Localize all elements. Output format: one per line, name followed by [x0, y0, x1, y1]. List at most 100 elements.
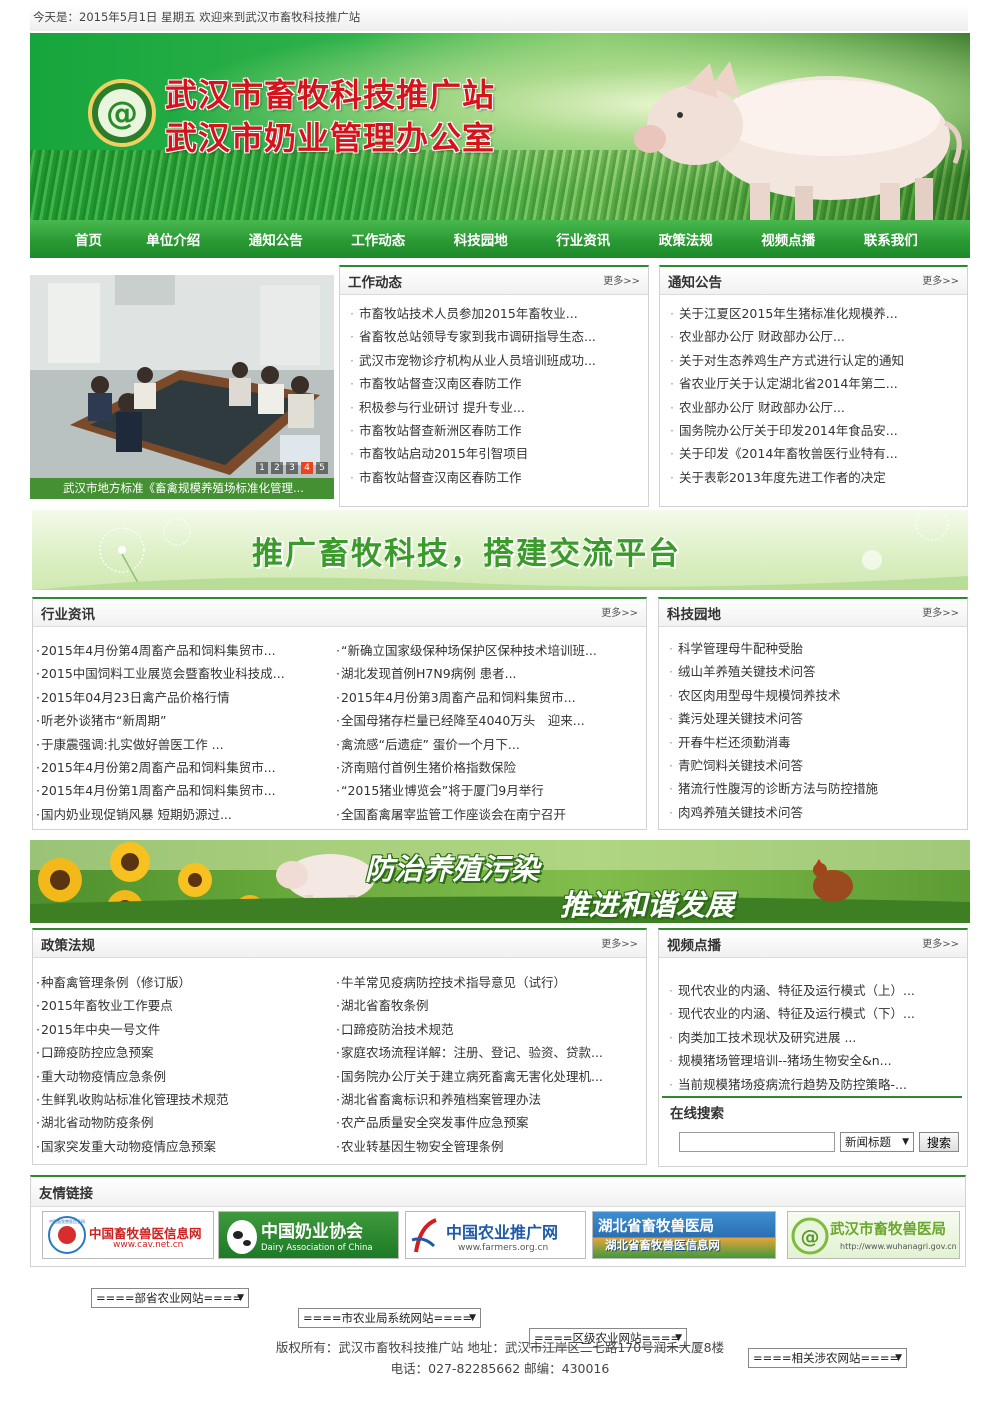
select-ministry-sites[interactable]: ====部省农业网站==== ▼: [91, 1288, 249, 1308]
list-item[interactable]: 全国母猪存栏量已经降至4040万头 迎来...: [336, 709, 641, 732]
list-item[interactable]: 开春牛栏还须勤消毒: [669, 731, 967, 754]
list-item[interactable]: 关于表彰2013年度先进工作者的决定: [670, 466, 967, 489]
list-item[interactable]: 国家突发重大动物疫情应急预案: [36, 1135, 336, 1158]
nav-home[interactable]: 首页: [56, 229, 122, 249]
list-item[interactable]: 市畜牧站督查新洲区春防工作: [350, 419, 648, 442]
list-item[interactable]: 农业转基因生物安全管理条例: [336, 1135, 641, 1158]
list-item[interactable]: 猪流行性腹泻的诊断方法与防控措施: [669, 777, 967, 800]
link-hubei-logo[interactable]: 湖北省畜牧兽医局 湖北省畜牧兽医信息网: [592, 1211, 776, 1259]
list-item[interactable]: 听老外谈猪市“新周期”: [36, 709, 336, 732]
list-item[interactable]: 生鲜乳收购站标准化管理技术规范: [36, 1088, 336, 1111]
slide-caption[interactable]: 武汉市地方标准《畜禽规模养殖场标准化管理...: [30, 478, 334, 499]
nav-videos[interactable]: 视频点播: [737, 229, 840, 249]
nav-notices[interactable]: 通知公告: [225, 229, 328, 249]
panel-header: 工作动态 更多>>: [340, 267, 648, 295]
list-item[interactable]: 济南赔付首例生猪价格指数保险: [336, 756, 641, 779]
list-item[interactable]: 2015年4月份第1周畜产品和饲料集贸市...: [36, 779, 336, 802]
logo-sub: www.cav.net.cn: [113, 1240, 184, 1250]
link-dairy-logo[interactable]: 中国奶业协会 Dairy Association of China: [218, 1211, 399, 1259]
list-item[interactable]: 牛羊常见疫病防控技术指导意见（试行）: [336, 971, 641, 994]
list-item[interactable]: 关于印发《2014年畜牧兽医行业特有...: [670, 442, 967, 465]
list-item[interactable]: 家庭农场流程详解：注册、登记、验资、贷款...: [336, 1041, 641, 1064]
list-item[interactable]: 国内奶业现促销风暴 短期奶源过...: [36, 803, 336, 826]
more-link[interactable]: 更多>>: [603, 272, 640, 287]
list-item[interactable]: 口蹄疫防治技术规范: [336, 1018, 641, 1041]
list-item[interactable]: 于康震强调:扎实做好兽医工作 ...: [36, 733, 336, 756]
link-farmers-logo[interactable]: 中国农业推广网 www.farmers.org.cn: [405, 1211, 586, 1259]
list-item[interactable]: 市畜牧站督查汉南区春防工作: [350, 466, 648, 489]
more-link[interactable]: 更多>>: [922, 272, 959, 287]
nav-about[interactable]: 单位介绍: [122, 229, 225, 249]
list-item[interactable]: 湖北省畜禽标识和养殖档案管理办法: [336, 1088, 641, 1111]
nav-industry-news[interactable]: 行业资讯: [532, 229, 635, 249]
list-item[interactable]: 市畜牧站启动2015年引智项目: [350, 442, 648, 465]
list-item[interactable]: “2015猪业博览会”将于厦门9月举行: [336, 779, 641, 802]
list-item[interactable]: 关于江夏区2015年生猪标准化规模养...: [670, 302, 967, 325]
list-item[interactable]: 农产品质量安全突发事件应急预案: [336, 1111, 641, 1134]
list-item[interactable]: 当前规模猪场疫病流行趋势及防控策略-...: [669, 1073, 967, 1096]
slide-dot[interactable]: 5: [316, 462, 328, 474]
list-item[interactable]: 湖北发现首例H7N9病例 患者...: [336, 662, 641, 685]
more-link[interactable]: 更多>>: [922, 935, 959, 950]
list-item[interactable]: 2015年4月份第2周畜产品和饲料集贸市...: [36, 756, 336, 779]
list-item[interactable]: 2015年4月份第4周畜产品和饲料集贸市...: [36, 639, 336, 662]
list-item[interactable]: 全国畜禽屠宰监管工作座谈会在南宁召开: [336, 803, 641, 826]
photo-slideshow[interactable]: 1 2 3 4 5 武汉市地方标准《畜禽规模养殖场标准化管理...: [30, 275, 334, 499]
cow-icon: [227, 1220, 257, 1254]
nav-tech-garden[interactable]: 科技园地: [430, 229, 533, 249]
slide-dot[interactable]: 2: [271, 462, 283, 474]
list-item[interactable]: 肉类加工技术现状及研究进展 ...: [669, 1026, 967, 1049]
list-item[interactable]: 国务院办公厅关于印发2014年食品安...: [670, 419, 967, 442]
slide-dot-active[interactable]: 4: [301, 462, 313, 474]
list-item[interactable]: 积极参与行业研讨 提升专业...: [350, 396, 648, 419]
list-item[interactable]: 肉鸡养殖关键技术问答: [669, 801, 967, 824]
search-button[interactable]: 搜索: [919, 1132, 960, 1152]
more-link[interactable]: 更多>>: [601, 604, 638, 619]
list-item[interactable]: 绒山羊养殖关键技术问答: [669, 660, 967, 683]
header-banner: @ 武汉市畜牧科技推广站 武汉市奶业管理办公室: [30, 33, 970, 220]
link-cav-logo[interactable]: 中国畜牧兽医信息网 中国畜牧兽医信息网 www.cav.net.cn: [42, 1211, 214, 1259]
list-item[interactable]: 规模猪场管理培训--猪场生物安全&n...: [669, 1049, 967, 1072]
list-item[interactable]: 科学管理母牛配种受胎: [669, 637, 967, 660]
link-wuhan-logo[interactable]: @ 武汉市畜牧兽医局 http://www.wuhanagri.gov.cn: [787, 1211, 960, 1259]
select-city-bureau-sites[interactable]: ====市农业局系统网站==== ▼: [298, 1308, 481, 1328]
list-item[interactable]: “新确立国家级保种场保护区保种技术培训班...: [336, 639, 641, 662]
list-item[interactable]: 关于对生态养鸡生产方式进行认定的通知: [670, 349, 967, 372]
slide-dot[interactable]: 3: [286, 462, 298, 474]
slide-dot[interactable]: 1: [256, 462, 268, 474]
list-item[interactable]: 现代农业的内涵、特征及运行模式（下）...: [669, 1002, 967, 1025]
dropdown-arrow-icon: ▼: [469, 1313, 476, 1323]
list-item[interactable]: 种畜禽管理条例（修订版）: [36, 971, 336, 994]
list-item[interactable]: 省农业厅关于认定湖北省2014年第二...: [670, 372, 967, 395]
list-item[interactable]: 2015年中央一号文件: [36, 1018, 336, 1041]
list-item[interactable]: 市畜牧站技术人员参加2015年畜牧业...: [350, 302, 648, 325]
list-item[interactable]: 重大动物疫情应急条例: [36, 1065, 336, 1088]
friend-links-panel: 友情链接 中国畜牧兽医信息网 中国畜牧兽医信息网 www.cav.net.cn …: [30, 1175, 966, 1267]
list-item[interactable]: 市畜牧站督查汉南区春防工作: [350, 372, 648, 395]
list-item[interactable]: 2015年4月份第3周畜产品和饲料集贸市...: [336, 686, 641, 709]
list-item[interactable]: 口蹄疫防控应急预案: [36, 1041, 336, 1064]
list-item[interactable]: 2015中国饲料工业展览会暨畜牧业科技成...: [36, 662, 336, 685]
list-item[interactable]: 粪污处理关键技术问答: [669, 707, 967, 730]
list-item[interactable]: 武汉市宠物诊疗机构从业人员培训班成功...: [350, 349, 648, 372]
nav-policy[interactable]: 政策法规: [635, 229, 738, 249]
list-item[interactable]: 湖北省畜牧条例: [336, 994, 641, 1017]
search-type-select[interactable]: 新闻标题 ▼: [840, 1132, 914, 1152]
more-link[interactable]: 更多>>: [922, 604, 959, 619]
list-item[interactable]: 禽流感“后遗症” 蛋价一个月下...: [336, 733, 641, 756]
list-item[interactable]: 农业部办公厅 财政部办公厅...: [670, 396, 967, 419]
more-link[interactable]: 更多>>: [601, 935, 638, 950]
list-item[interactable]: 农区肉用型母牛规模饲养技术: [669, 684, 967, 707]
list-item[interactable]: 省畜牧总站领导专家到我市调研指导生态...: [350, 325, 648, 348]
nav-work-news[interactable]: 工作动态: [327, 229, 430, 249]
list-item[interactable]: 2015年畜牧业工作要点: [36, 994, 336, 1017]
list-item[interactable]: 2015年04月23日禽产品价格行情: [36, 686, 336, 709]
logo-sub: www.farmers.org.cn: [458, 1243, 549, 1253]
list-item[interactable]: 农业部办公厅 财政部办公厅...: [670, 325, 967, 348]
nav-contact[interactable]: 联系我们: [840, 229, 943, 249]
list-item[interactable]: 湖北省动物防疫条例: [36, 1111, 336, 1134]
search-input[interactable]: [679, 1132, 835, 1152]
list-item[interactable]: 国务院办公厅关于建立病死畜禽无害化处理机...: [336, 1065, 641, 1088]
list-item[interactable]: 青贮饲料关键技术问答: [669, 754, 967, 777]
list-item[interactable]: 现代农业的内涵、特征及运行模式（上）...: [669, 979, 967, 1002]
